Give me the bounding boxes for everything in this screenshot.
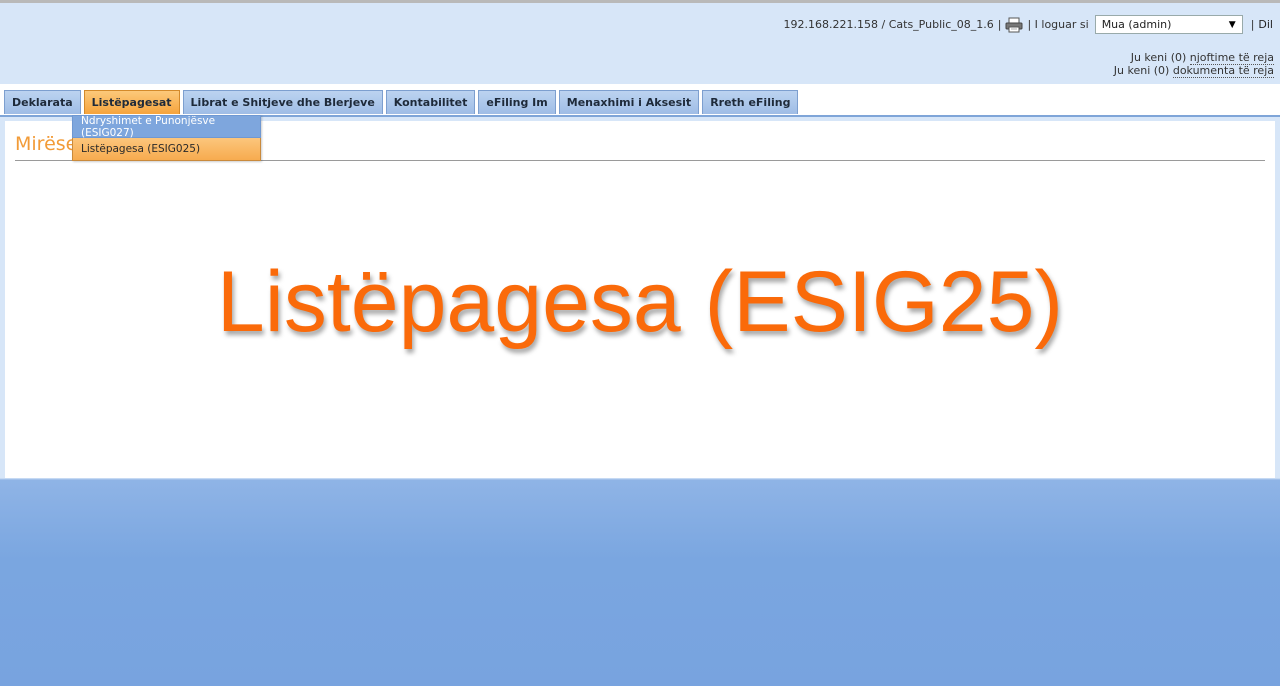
documents-count: (0) — [1153, 64, 1170, 77]
tab-kontabilitet[interactable]: Kontabilitet — [385, 90, 476, 114]
banner-title: Listëpagesa (ESIG25) — [216, 254, 1064, 350]
tab-efiling-im[interactable]: eFiling Im — [478, 90, 556, 114]
notifications-line: Ju keni (0) njoftime të reja — [1114, 51, 1274, 65]
logout-separator: | — [1250, 18, 1255, 31]
menu-item-listepagesa[interactable]: Listëpagesa (ESIG025) — [72, 138, 261, 161]
tab-menaxhimi[interactable]: Menaxhimi i Aksesit — [558, 90, 700, 114]
tab-librat[interactable]: Librat e Shitjeve dhe Blerjeve — [182, 90, 383, 114]
notifications-count: (0) — [1170, 51, 1187, 64]
header-info: 192.168.221.158 / Cats_Public_08_1.6 | |… — [784, 15, 1273, 34]
user-select[interactable]: Mua (admin) ▼ — [1094, 15, 1243, 34]
logged-as-label: | I loguar si — [1027, 18, 1089, 31]
notices: Ju keni (0) njoftime të reja Ju keni (0)… — [1113, 51, 1274, 78]
documents-line: Ju keni (0) dokumenta të reja — [1113, 64, 1274, 78]
tabs: Deklarata Listëpagesat Librat e Shitjeve… — [4, 90, 799, 114]
server-info: 192.168.221.158 / Cats_Public_08_1.6 — [783, 18, 994, 31]
main-panel: Mirëse Listëpagesa (ESIG25) — [5, 121, 1275, 478]
documents-link[interactable]: dokumenta të reja — [1172, 64, 1274, 78]
tab-deklarata[interactable]: Deklarata — [4, 90, 81, 114]
notifications-link[interactable]: njoftime të reja — [1189, 51, 1274, 65]
tab-rreth-efiling[interactable]: Rreth eFiling — [702, 90, 799, 114]
chevron-down-icon: ▼ — [1228, 19, 1236, 30]
welcome-heading: Mirëse — [15, 133, 78, 155]
tab-bar: Deklarata Listëpagesat Librat e Shitjeve… — [0, 84, 1280, 117]
separator: | — [997, 18, 1002, 31]
tab-listepagesat[interactable]: Listëpagesat — [83, 90, 180, 114]
documents-prefix: Ju keni — [1113, 64, 1154, 77]
top-border — [0, 0, 1280, 3]
logout-link[interactable]: Dil — [1258, 18, 1273, 31]
notifications-prefix: Ju keni — [1130, 51, 1171, 64]
dropdown-menu: Ndryshimet e Punonjësve (ESIG027) Listëp… — [72, 115, 261, 161]
user-select-value: Mua (admin) — [1101, 18, 1172, 31]
printer-icon[interactable] — [1005, 17, 1023, 33]
menu-item-ndryshimet[interactable]: Ndryshimet e Punonjësve (ESIG027) — [72, 115, 261, 139]
